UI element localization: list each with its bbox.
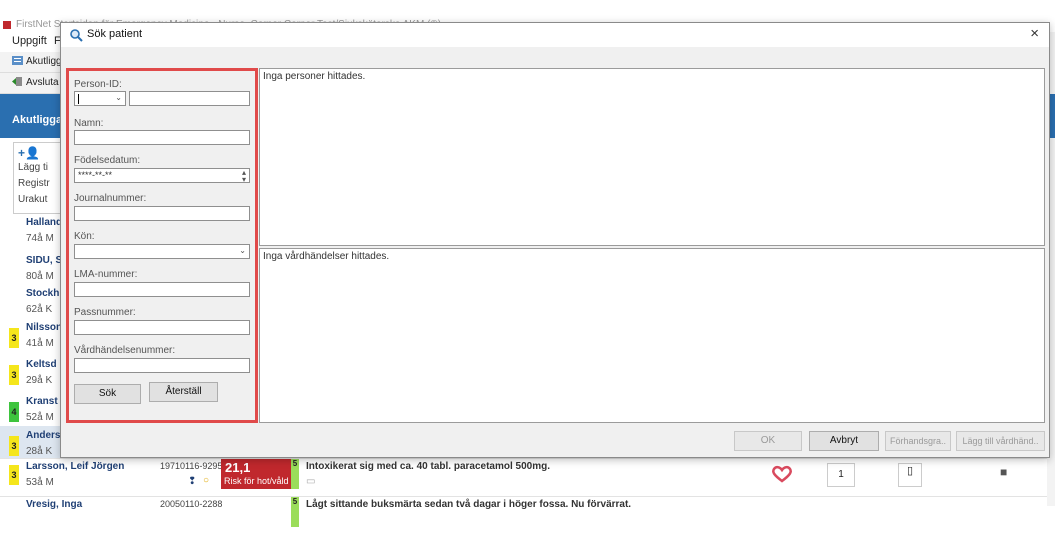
exit-icon: [12, 76, 23, 87]
dialog-titlebar: Sök patient ×: [61, 23, 1049, 47]
circle-status-icon: ○: [203, 475, 210, 486]
passport-label: Passnummer:: [74, 307, 136, 318]
lma-input[interactable]: [74, 282, 250, 297]
gender-select[interactable]: ⌄: [74, 244, 250, 259]
add-panel-item-lagg-till[interactable]: Lägg ti: [18, 162, 48, 173]
patient-personal-number: 19710116-9295: [160, 461, 223, 471]
banner-label: Akutligga: [12, 114, 63, 126]
chevron-down-icon: ⌄: [115, 93, 122, 102]
app-logo-icon: [3, 21, 11, 29]
person-id-type-select[interactable]: ⌄: [74, 91, 126, 106]
patient-age: 29å K: [26, 375, 53, 386]
visit-number-input[interactable]: [74, 358, 250, 373]
toolbar-akutligg-button[interactable]: Akutligg: [12, 55, 62, 67]
patient-age: 41å M: [26, 338, 54, 349]
add-panel-item-urakut[interactable]: Urakut: [18, 194, 47, 205]
risk-score-cell: 21,1 Risk för hot/våld: [221, 459, 291, 489]
triage-level-badge: 5: [291, 497, 299, 527]
priority-badge: 4: [9, 402, 19, 422]
visit-reason: Lågt sittande buksmärta sedan två dagar …: [306, 499, 632, 510]
patient-name: Halland: [26, 217, 63, 228]
patient-age: 28å K: [26, 446, 53, 457]
persons-results-panel[interactable]: Inga personer hittades.: [259, 68, 1045, 246]
chevron-down-icon: ⌄: [239, 246, 246, 255]
name-label: Namn:: [74, 118, 104, 129]
toolbar-avsluta-label: Avsluta: [26, 77, 59, 88]
text-cursor: [78, 93, 79, 104]
device-icon[interactable]: ▯: [898, 463, 922, 487]
reset-button[interactable]: Återställ: [149, 382, 218, 402]
cancel-button[interactable]: Avbryt: [809, 431, 879, 451]
lock-icon: ■: [1000, 465, 1008, 479]
search-form-panel: Person-ID: ⌄ Namn: Födelsedatum: ****-**…: [66, 68, 258, 423]
add-panel-item-registrera[interactable]: Registr: [18, 178, 50, 189]
name-input[interactable]: [74, 130, 250, 145]
toolbar-akutligg-label: Akutligg: [26, 56, 62, 67]
patient-name: Keltsd: [26, 359, 57, 370]
menu-item-uppgift[interactable]: Uppgift: [12, 35, 47, 47]
priority-badge: 3: [9, 436, 19, 456]
gender-label: Kön:: [74, 231, 95, 242]
search-button[interactable]: Sök: [74, 384, 141, 404]
passport-input[interactable]: [74, 320, 250, 335]
patient-row[interactable]: Halland 74å M: [0, 213, 62, 251]
journal-label: Journalnummer:: [74, 193, 147, 204]
heart-icon[interactable]: [770, 465, 794, 483]
visits-results-panel[interactable]: Inga vårdhändelser hittades.: [259, 248, 1045, 423]
search-icon: [70, 29, 83, 42]
patient-name: Stockh: [26, 288, 60, 299]
patient-row[interactable]: 4 Kranst 52å M: [0, 392, 62, 430]
spinner-icon[interactable]: ▴ ▾: [242, 169, 246, 184]
add-person-icon[interactable]: +👤: [18, 146, 40, 160]
dob-label: Födelsedatum:: [74, 155, 141, 166]
visit-number-label: Vårdhändelsenummer:: [74, 345, 176, 356]
patient-age: 80å M: [26, 271, 54, 282]
count-badge: 1: [827, 463, 855, 487]
patient-name: Kranst: [26, 396, 58, 407]
ok-button[interactable]: OK: [734, 431, 802, 451]
patient-name: Anders: [26, 430, 61, 441]
preview-button[interactable]: Förhandsgra..: [885, 431, 951, 451]
priority-badge: 3: [9, 365, 19, 385]
patient-age: 52å M: [26, 412, 54, 423]
toolbar-avsluta-button[interactable]: Avsluta: [12, 76, 59, 88]
patient-row[interactable]: 3 Nilsson 41å M: [0, 318, 62, 356]
person-id-input[interactable]: [129, 91, 250, 106]
search-patient-dialog: Sök patient × Person-ID: ⌄ Namn: Födelse…: [60, 22, 1050, 458]
patient-name: SIDU, S: [26, 255, 63, 266]
alert-icon: ❢: [188, 476, 197, 487]
risk-label: Risk för hot/våld: [224, 476, 289, 486]
patient-personal-number: 20050110-2288: [160, 499, 223, 509]
dob-input[interactable]: ****-**-** ▴ ▾: [74, 168, 250, 184]
dob-placeholder: ****-**-**: [78, 170, 113, 180]
add-visit-button[interactable]: Lägg till vårdhänd..: [956, 431, 1045, 451]
patient-row[interactable]: 3 Keltsd 29å K: [0, 355, 62, 393]
triage-level-badge: 5: [291, 459, 299, 489]
lma-label: LMA-nummer:: [74, 269, 138, 280]
person-id-label: Person-ID:: [74, 79, 122, 90]
table-row[interactable]: Vresig, Inga 20050110-2288 5 Lågt sittan…: [0, 496, 1047, 535]
patient-age: 53å M: [26, 477, 54, 488]
patient-name: Vresig, Inga: [26, 499, 83, 510]
visit-reason: Intoxikerat sig med ca. 40 tabl. paracet…: [306, 461, 550, 472]
visits-empty-message: Inga vårdhändelser hittades.: [263, 251, 390, 262]
comment-icon[interactable]: ▭: [306, 476, 315, 487]
patient-age: 62å K: [26, 304, 53, 315]
dialog-title: Sök patient: [87, 28, 143, 40]
patient-name: Nilsson: [26, 322, 63, 333]
priority-badge: 3: [9, 328, 19, 348]
patient-row[interactable]: Stockh 62å K: [0, 284, 62, 322]
close-icon[interactable]: ×: [1030, 25, 1039, 42]
table-row[interactable]: 3 Larsson, Leif Jörgen 53å M 19710116-92…: [0, 458, 1047, 497]
patient-age: 74å M: [26, 233, 54, 244]
journal-input[interactable]: [74, 206, 250, 221]
add-patient-panel: +👤 Lägg ti Registr Urakut: [13, 142, 64, 214]
persons-empty-message: Inga personer hittades.: [263, 71, 366, 82]
risk-score-value: 21,1: [225, 460, 251, 475]
list-icon: [12, 55, 23, 66]
priority-badge: 3: [9, 465, 19, 485]
patient-name: Larsson, Leif Jörgen: [26, 461, 125, 472]
